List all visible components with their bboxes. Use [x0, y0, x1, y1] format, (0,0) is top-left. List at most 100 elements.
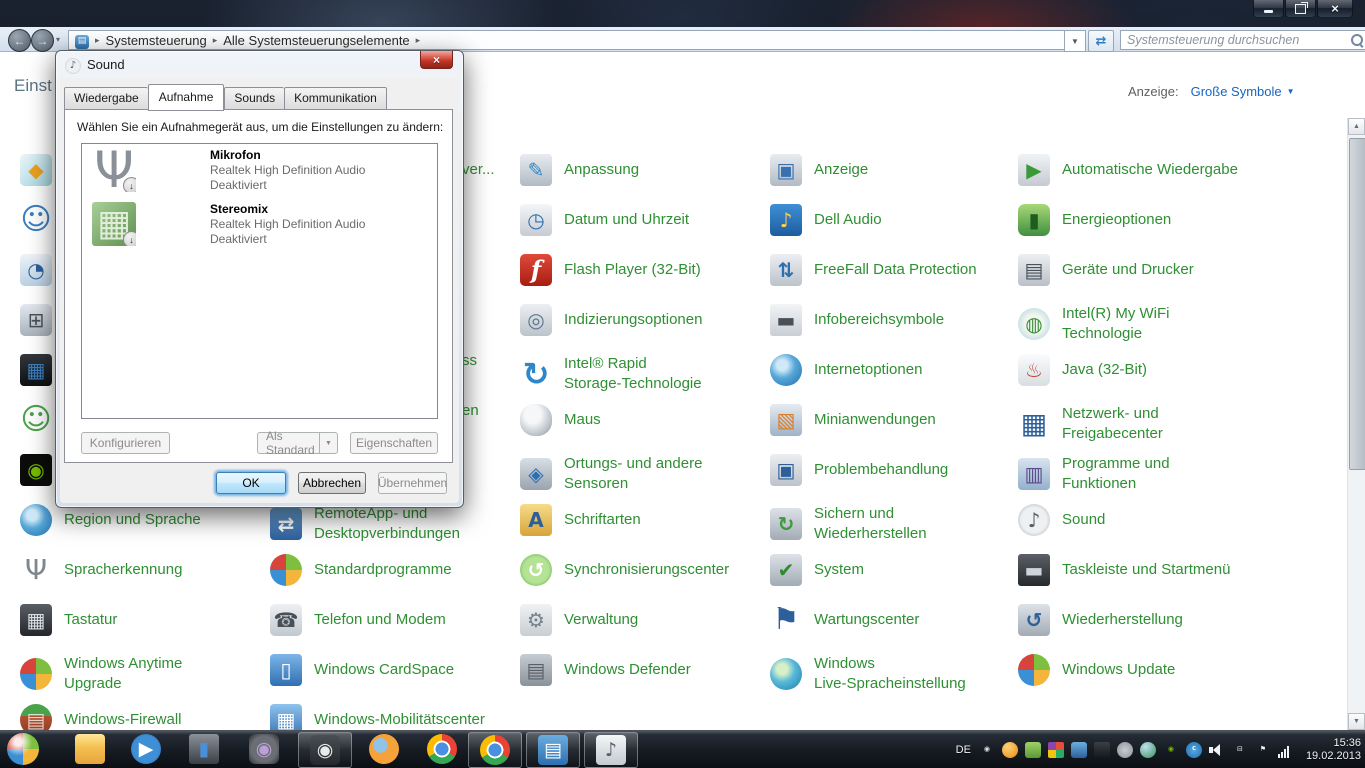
control-panel-item-partial[interactable]: ◔	[20, 254, 52, 286]
blue-app-tray-icon[interactable]	[1070, 741, 1087, 758]
control-panel-item[interactable]: Windows Anytime Upgrade	[20, 654, 182, 694]
address-history-dropdown[interactable]: ▼	[1064, 30, 1086, 52]
back-button[interactable]: ←	[8, 29, 31, 52]
chrome-taskbar-slot[interactable]	[426, 732, 458, 766]
control-panel-item[interactable]: Maus	[520, 404, 601, 436]
control-panel-item[interactable]: ☎ Telefon und Modem	[270, 604, 446, 636]
tab-kommunikation[interactable]: Kommunikation	[284, 87, 387, 110]
control-panel-item[interactable]: ▬ Infobereichsymbole	[770, 304, 944, 336]
breadcrumb-systemsteuerung[interactable]: Systemsteuerung	[106, 33, 207, 48]
satellite-tray-icon[interactable]	[1116, 741, 1133, 758]
recording-device-row[interactable]: Ψ ↓ Mikrofon Realtek High Definition Audio D…	[82, 144, 437, 198]
recording-device-row[interactable]: ▦ ↓ Stereomix Realtek High Definition Audio…	[82, 198, 437, 252]
network-signal-tray-icon[interactable]	[1277, 742, 1294, 758]
messenger-tray-icon[interactable]	[1001, 741, 1018, 758]
sound-dialog-taskbar-slot[interactable]: ♪	[584, 732, 638, 768]
steam-tray-icon[interactable]: ◉	[979, 742, 995, 758]
control-panel-item[interactable]: ▣ Problembehandlung	[770, 454, 948, 486]
volume-tray-icon[interactable]	[1208, 742, 1225, 758]
control-panel-item[interactable]: ↺ Synchronisierungscenter	[520, 554, 729, 586]
control-panel-item[interactable]: ♪ Dell Audio	[770, 204, 882, 236]
control-panel-item[interactable]: ⇅ FreeFall Data Protection	[770, 254, 977, 286]
control-panel-item[interactable]: ↻ Sichern und Wiederherstellen	[770, 504, 927, 544]
tab-wiedergabe[interactable]: Wiedergabe	[64, 87, 148, 110]
action-center-flag-tray-icon[interactable]: ⚑	[1255, 742, 1271, 758]
control-panel-item[interactable]: ▥ Programme und Funktionen	[1018, 454, 1170, 494]
forward-button[interactable]: →	[31, 29, 54, 52]
power-tray-icon[interactable]: ⊟	[1232, 742, 1248, 758]
control-panel-item[interactable]: ▶ Automatische Wiedergabe	[1018, 154, 1238, 186]
cancel-button[interactable]: Abbrechen	[298, 472, 366, 494]
properties-button[interactable]: Eigenschaften	[350, 432, 438, 454]
clock[interactable]: 15:36 19.02.2013	[1302, 737, 1361, 763]
control-panel-item[interactable]: ▦ Netzwerk- und Freigabecenter	[1018, 404, 1163, 444]
control-panel-item-partial[interactable]: ▦	[20, 354, 52, 386]
recent-pages-dropdown[interactable]: ▾	[56, 35, 60, 44]
control-panel-item[interactable]: ▤ Windows Defender	[520, 654, 691, 686]
search-box[interactable]: Systemsteuerung durchsuchen	[1120, 30, 1365, 50]
tiles-tray-icon[interactable]	[1047, 741, 1064, 758]
scroll-down-button[interactable]: ▼	[1348, 713, 1365, 730]
control-panel-item[interactable]: ▯ Windows CardSpace	[270, 654, 454, 686]
control-panel-item[interactable]: ↺ Wiederherstellung	[1018, 604, 1183, 636]
control-panel-item[interactable]: ▧ Minianwendungen	[770, 404, 936, 436]
firefox-taskbar-slot[interactable]	[368, 732, 400, 766]
control-panel-item[interactable]: ◎ Indizierungsoptionen	[520, 304, 702, 336]
recording-device-list[interactable]: Ψ ↓ Mikrofon Realtek High Definition Audio D…	[81, 143, 438, 419]
control-panel-item[interactable]: ⚙ Verwaltung	[520, 604, 638, 636]
control-panel-item[interactable]: ♨ Java (32-Bit)	[1018, 354, 1147, 386]
apply-button[interactable]: Übernehmen	[378, 472, 447, 494]
control-panel-item[interactable]: ✔ System	[770, 554, 864, 586]
control-panel-item[interactable]: Region und Sprache	[20, 504, 201, 536]
control-panel-item[interactable]: ▬ Taskleiste und Startmenü	[1018, 554, 1230, 586]
control-panel-item[interactable]: ↻ Intel® Rapid Storage-Technologie	[520, 354, 702, 394]
control-panel-item[interactable]: ◈ Ortungs- und andere Sensoren	[520, 454, 702, 494]
tab-sounds[interactable]: Sounds	[224, 87, 285, 110]
control-panel-item[interactable]: ♪ Sound	[1018, 504, 1105, 536]
webcam-taskbar-slot[interactable]: ◉	[248, 732, 280, 766]
control-panel-item[interactable]: ⚑ Wartungscenter	[770, 604, 920, 636]
set-default-dropdown[interactable]: ▼	[319, 433, 337, 453]
control-panel-item[interactable]: Ψ Spracherkennung	[20, 554, 182, 586]
control-panel-item[interactable]: Standardprogramme	[270, 554, 452, 586]
control-panel-item-partial[interactable]: ⊞	[20, 304, 52, 336]
control-panel-item[interactable]: ◷ Datum und Uhrzeit	[520, 204, 689, 236]
sound-dialog-close-button[interactable]: ×	[420, 51, 453, 69]
copy-tray-icon[interactable]: C	[1185, 741, 1202, 758]
control-panel-item-partial[interactable]: ☺	[20, 204, 52, 236]
control-panel-item[interactable]: ▤ Geräte und Drucker	[1018, 254, 1194, 286]
refresh-button[interactable]: ⇄	[1088, 30, 1114, 52]
restore-button[interactable]	[1285, 0, 1316, 18]
control-panel-item-label-fragment[interactable]: ver...	[462, 161, 495, 178]
view-size-dropdown[interactable]: Große Symbole ▼	[1191, 84, 1295, 99]
control-panel-item[interactable]: f Flash Player (32-Bit)	[520, 254, 701, 286]
ok-button[interactable]: OK	[216, 472, 286, 494]
control-panel-item[interactable]: ◍ Intel(R) My WiFi Technologie	[1018, 304, 1170, 344]
control-panel-item-partial[interactable]: ☺	[20, 404, 52, 436]
set-default-button[interactable]: Als Standard ▼	[257, 429, 338, 457]
control-panel-item-label-fragment[interactable]: ss	[462, 352, 477, 369]
control-panel-item[interactable]: ▣ Anzeige	[770, 154, 868, 186]
mail-tray-icon[interactable]	[1024, 741, 1041, 758]
network-globe-tray-icon[interactable]	[1139, 741, 1156, 758]
language-indicator[interactable]: DE	[956, 744, 971, 756]
nvidia-tray-icon[interactable]: ◉	[1163, 742, 1179, 758]
control-panel-item[interactable]: Internetoptionen	[770, 354, 922, 386]
chrome-window-taskbar-slot[interactable]	[468, 732, 522, 768]
start-button-slot[interactable]	[6, 732, 40, 766]
configure-button[interactable]: Konfigurieren	[81, 432, 170, 454]
address-bar[interactable]: ▤ ▸ Systemsteuerung ▸ Alle Systemsteueru…	[68, 30, 1071, 50]
breadcrumb-alle-systemsteuerungselemente[interactable]: Alle Systemsteuerungselemente	[223, 33, 409, 48]
steam-taskbar-slot[interactable]: ◉	[298, 732, 352, 768]
control-panel-item[interactable]: Windows Live-Spracheinstellung	[770, 654, 966, 694]
close-button[interactable]: ×	[1317, 0, 1353, 18]
control-panel-item[interactable]: ⇄ RemoteApp- und Desktopverbindungen	[270, 504, 460, 544]
scrollbar-thumb[interactable]	[1349, 138, 1365, 470]
scroll-up-button[interactable]: ▲	[1348, 118, 1365, 135]
minimize-button[interactable]	[1253, 0, 1284, 18]
control-panel-item[interactable]: A Schriftarten	[520, 504, 641, 536]
breadcrumb-separator[interactable]: ▸	[416, 35, 421, 46]
explorer-taskbar-slot[interactable]	[74, 732, 106, 766]
breadcrumb-separator[interactable]: ▸	[213, 35, 218, 46]
control-panel-item[interactable]: ✎ Anpassung	[520, 154, 639, 186]
